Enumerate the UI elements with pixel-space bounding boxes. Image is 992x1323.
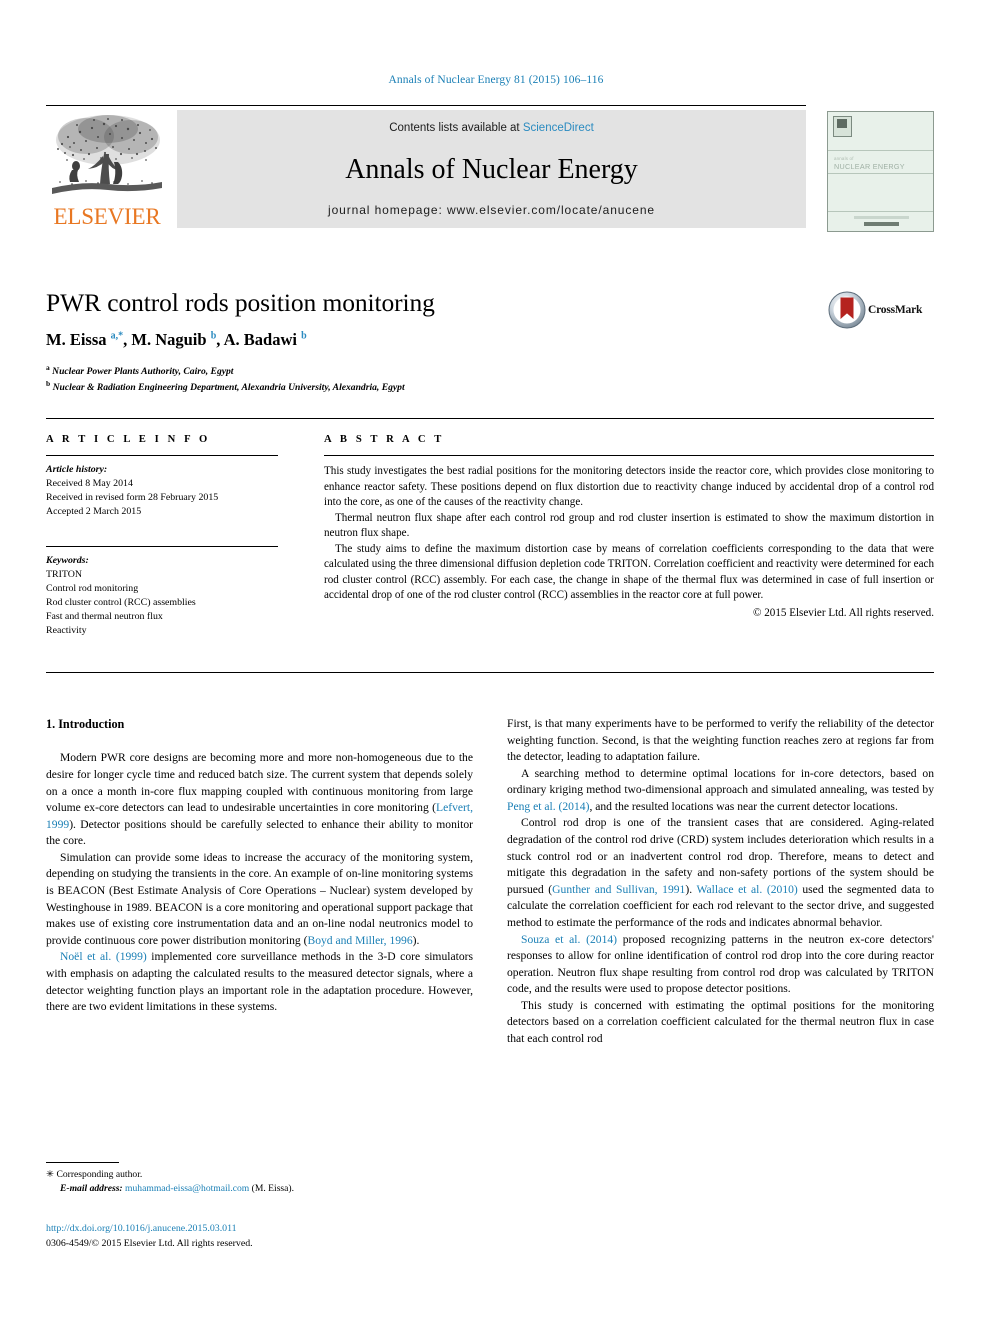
article-info-heading: A R T I C L E I N F O [46,434,211,445]
citation-boyd-miller-1996[interactable]: Boyd and Miller, 1996 [307,934,412,947]
journal-masthead: ELSEVIER Contents lists available at Sci… [46,110,806,228]
right-p2-text-a: A searching method to determine optimal … [507,766,934,797]
keywords-list: Keywords: TRITON Control rod monitoring … [46,554,296,639]
article-history-label: Article history: [46,464,108,475]
cover-divider-2 [828,211,933,212]
cover-journal-title: annals of NUCLEAR ENERGY [834,156,905,173]
left-p1-text-b: ). Detector positions should be carefull… [46,817,473,848]
infoband-top-rule [46,418,934,419]
asterisk-icon: ✳ [46,1169,55,1180]
abstract-body: This study investigates the best radial … [324,464,934,621]
abstract-paragraph-1: This study investigates the best radial … [324,465,934,509]
body-column-right: First, is that many experiments have to … [507,716,934,1048]
abstract-copyright: © 2015 Elsevier Ltd. All rights reserved… [753,606,934,619]
article-info-column: A R T I C L E I N F O Article history: R… [46,434,296,639]
affiliation-a: a Nuclear Power Plants Authority, Cairo,… [46,363,234,378]
author-email-link[interactable]: muhammad-eissa@hotmail.com [125,1183,249,1194]
doi-link[interactable]: http://dx.doi.org/10.1016/j.anucene.2015… [46,1222,496,1237]
article-info-rule [46,455,278,456]
abstract-paragraph-2: Thermal neutron flux shape after each co… [324,511,934,540]
cover-title-big: NUCLEAR ENERGY [834,162,905,172]
cover-bottom-logo-block [864,222,899,226]
affiliation-b-text: Nuclear & Radiation Engineering Departme… [52,382,405,394]
keyword-0: TRITON [46,568,83,580]
issn-copyright-line: 0306-4549/© 2015 Elsevier Ltd. All right… [46,1237,253,1249]
corresponding-author-text: Corresponding author. [56,1169,143,1180]
article-history: Article history: Received 8 May 2014 Rec… [46,463,296,520]
email-note: E-mail address: muhammad-eissa@hotmail.c… [46,1182,473,1196]
email-label: E-mail address: [60,1182,123,1194]
keywords-block: Keywords: TRITON Control rod monitoring … [46,545,296,639]
corresponding-author-note: ✳ Corresponding author. [46,1168,473,1182]
infoband-bottom-rule [46,672,934,673]
keywords-label: Keywords: [46,554,89,566]
crossmark-icon [828,291,866,329]
author-list: M. Eissa a,*, M. Naguib b, A. Badawi b [46,330,307,349]
left-p1-text-a: Modern PWR core designs are becoming mor… [46,751,473,815]
left-p2-text-b: ). [412,933,420,947]
contents-prefix-text: Contents lists available at [389,122,523,134]
affiliations: a Nuclear Power Plants Authority, Cairo,… [46,363,405,395]
body-right-paragraph-4: Souza et al. (2014) proposed recognizing… [507,932,934,998]
keyword-2: Rod cluster control (RCC) assemblies [46,597,196,609]
abstract-paragraph-3: The study aims to define the maximum dis… [324,542,934,602]
contents-list-line: Contents lists available at ScienceDirec… [177,122,806,134]
citation-wallace-2010[interactable]: Wallace et al. (2010) [696,883,797,896]
citation-peng-2014[interactable]: Peng et al. (2014) [507,800,589,813]
cover-stamp-icon [833,116,852,137]
page-footer: http://dx.doi.org/10.1016/j.anucene.2015… [46,1222,496,1252]
body-right-paragraph-5: This study is concerned with estimating … [507,998,934,1045]
affiliation-a-text: Nuclear Power Plants Authority, Cairo, E… [52,366,234,378]
right-p3-text-b: ). [685,882,697,896]
elsevier-logo: ELSEVIER [46,110,168,228]
body-right-paragraph-3: Control rod drop is one of the transient… [507,815,934,931]
right-p2-text-b: , and the resulted locations was near th… [589,799,898,813]
journal-cover-thumbnail[interactable]: annals of NUCLEAR ENERGY [827,111,934,232]
body-right-paragraph-1: First, is that many experiments have to … [507,717,934,764]
abstract-column: A B S T R A C T This study investigates … [324,434,934,621]
body-column-left: 1. Introduction Modern PWR core designs … [46,716,473,1016]
citation-noel-1999[interactable]: Noël et al. (1999) [60,950,147,963]
cover-bottom-text-block [854,216,909,219]
journal-homepage[interactable]: journal homepage: www.elsevier.com/locat… [177,203,806,217]
citation-souza-2014[interactable]: Souza et al. (2014) [521,933,617,946]
history-item-1: Received in revised form 28 February 201… [46,492,219,504]
keyword-1: Control rod monitoring [46,582,139,594]
sciencedirect-link[interactable]: ScienceDirect [523,122,594,134]
email-suffix-text: (M. Eissa). [249,1182,295,1194]
section-heading-introduction: 1. Introduction [46,717,125,731]
keyword-3: Fast and thermal neutron flux [46,611,163,623]
crossmark-badge[interactable]: CrossMark [828,291,932,331]
cover-title-small: annals of [834,156,854,161]
history-item-2: Accepted 2 March 2015 [46,506,142,518]
cover-top-band [828,112,933,151]
crossmark-label: CrossMark [868,304,923,316]
keywords-rule [46,545,278,547]
left-p2-text-a: Simulation can provide some ideas to inc… [46,850,473,947]
journal-banner: Contents lists available at ScienceDirec… [177,110,806,228]
history-item-0: Received 8 May 2014 [46,478,133,490]
paper-page: Annals of Nuclear Energy 81 (2015) 106–1… [0,0,992,1323]
body-left-paragraph-2: Simulation can provide some ideas to inc… [46,850,473,949]
abstract-rule [324,455,934,456]
body-left-paragraph-3: Noël et al. (1999) implemented core surv… [46,949,473,1015]
running-head: Annals of Nuclear Energy 81 (2015) 106–1… [388,74,604,86]
cover-divider-1 [828,173,933,174]
journal-title: Annals of Nuclear Energy [345,154,638,185]
body-right-paragraph-2: A searching method to determine optimal … [507,766,934,816]
footnote-rule [46,1162,119,1163]
page-title: PWR control rods position monitoring [46,288,435,317]
citation-gunther-sullivan-1991[interactable]: Gunther and Sullivan, 1991 [552,883,685,896]
elsevier-wordmark: ELSEVIER [53,204,161,229]
abstract-heading: A B S T R A C T [324,434,445,445]
masthead-top-rule [46,105,806,106]
body-left-paragraph-1: Modern PWR core designs are becoming mor… [46,750,473,849]
footnote-block: ✳ Corresponding author. E-mail address: … [46,1168,473,1196]
affiliation-b: b Nuclear & Radiation Engineering Depart… [46,378,405,394]
keyword-4: Reactivity [46,625,87,637]
